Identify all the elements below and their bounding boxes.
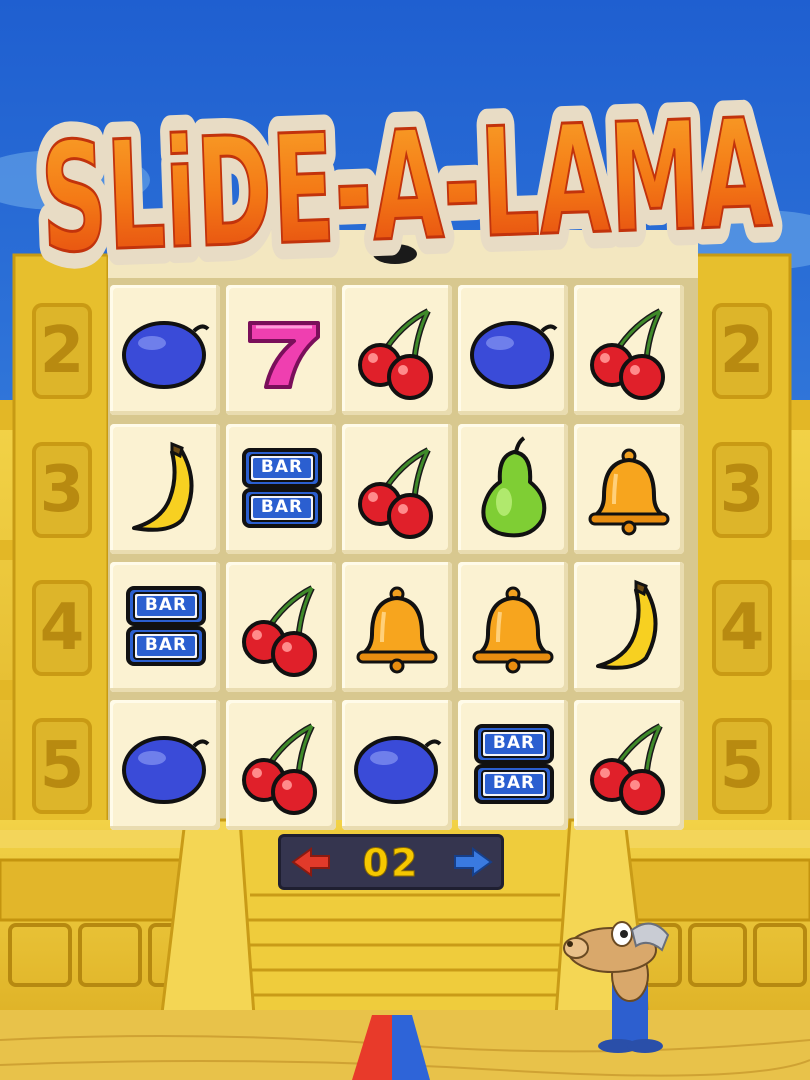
row-number-4: 4 <box>712 580 772 676</box>
grid-cell[interactable] <box>458 562 568 692</box>
bar-label: BAR <box>145 595 187 615</box>
game-stage: 2 3 4 5 2 3 4 5 BAR BAR BAR BAR BAR BAR SLiDE-… <box>0 0 810 1080</box>
cherry-icon <box>242 585 317 677</box>
bell-icon <box>588 448 670 536</box>
bell-icon <box>356 586 438 674</box>
grid-cell[interactable] <box>110 700 220 830</box>
grid-cell[interactable] <box>342 700 452 830</box>
row-number-2: 2 <box>712 303 772 399</box>
cherry-icon <box>242 723 317 815</box>
row-number-5: 5 <box>32 718 92 814</box>
banana-icon <box>132 441 194 532</box>
cherry-icon <box>590 723 665 815</box>
bar-label: BAR <box>145 635 187 655</box>
grid-cell[interactable] <box>226 562 336 692</box>
bar-label: BAR <box>261 497 303 517</box>
plum-icon <box>122 736 210 804</box>
grid-cell[interactable] <box>574 562 684 692</box>
bar-icon: BAR BAR <box>242 448 322 528</box>
row-number-3: 3 <box>712 442 772 538</box>
title-text: SLiDE-A-LAMA <box>38 87 774 286</box>
game-title-logo: SLiDE-A-LAMA SLiDE-A-LAMA <box>21 70 791 303</box>
grid-cell[interactable] <box>458 424 568 554</box>
grid-cell[interactable] <box>226 700 336 830</box>
row-number-3: 3 <box>32 442 92 538</box>
grid-cell[interactable]: BAR BAR <box>226 424 336 554</box>
pear-icon <box>481 436 547 538</box>
grid-cell[interactable] <box>110 424 220 554</box>
bar-label: BAR <box>261 457 303 477</box>
bar-label: BAR <box>493 733 535 753</box>
right-arrow-icon[interactable] <box>453 847 493 877</box>
grid-cell[interactable]: BAR BAR <box>110 562 220 692</box>
move-counter-panel: 02 <box>278 834 504 890</box>
cherry-icon <box>358 447 433 539</box>
grid-cell[interactable] <box>342 424 452 554</box>
bar-icon: BAR BAR <box>474 724 554 804</box>
grid-cell[interactable] <box>342 562 452 692</box>
grid-cell[interactable] <box>574 424 684 554</box>
bar-icon: BAR BAR <box>126 586 206 666</box>
row-number-5: 5 <box>712 718 772 814</box>
row-number-4: 4 <box>32 580 92 676</box>
grid-cell[interactable] <box>574 700 684 830</box>
banana-icon <box>596 579 658 670</box>
bell-icon <box>472 586 554 674</box>
row-number-2: 2 <box>32 303 92 399</box>
bar-label: BAR <box>493 773 535 793</box>
grid-cell[interactable]: BAR BAR <box>458 700 568 830</box>
plum-icon <box>354 736 442 804</box>
